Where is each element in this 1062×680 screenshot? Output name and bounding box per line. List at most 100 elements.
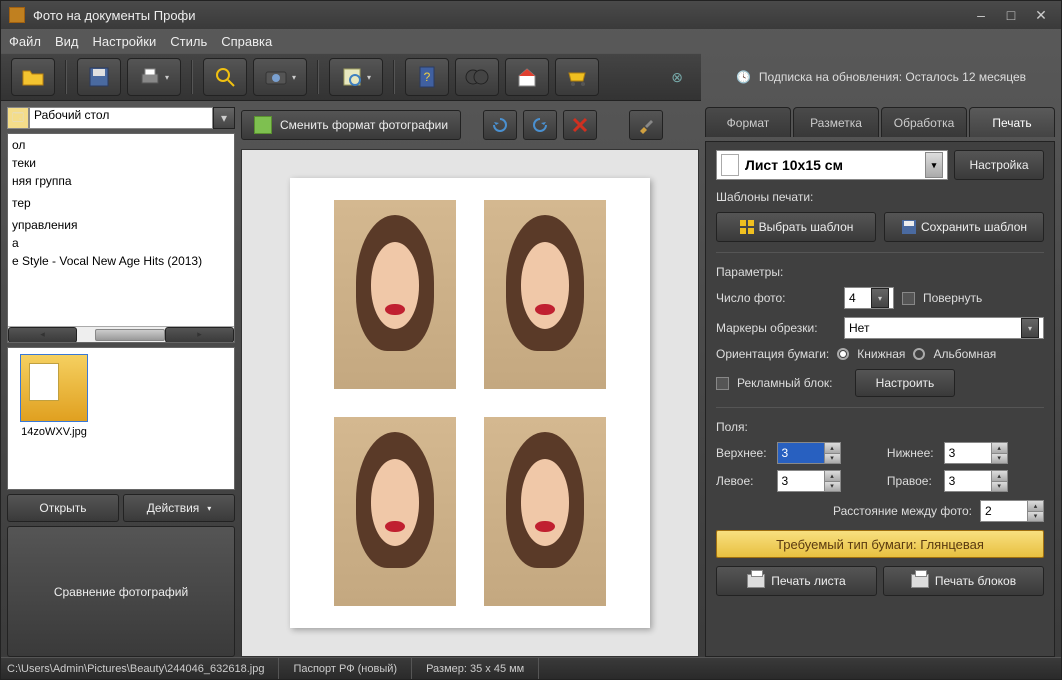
status-path: C:\Users\Admin\Pictures\Beauty\244046_63… (7, 658, 279, 679)
adblock-label: Рекламный блок: (737, 376, 847, 390)
thumbnail-image (20, 354, 88, 422)
menu-settings[interactable]: Настройки (93, 34, 157, 49)
configure-adblock-button[interactable]: Настроить (855, 369, 955, 397)
spacing-label: Расстояние между фото: (833, 504, 972, 518)
list-item[interactable]: тер (8, 194, 234, 212)
list-item[interactable]: e Style - Vocal New Age Hits (2013) (8, 252, 234, 270)
tab-format[interactable]: Формат (705, 107, 791, 137)
thumbnails: 14zoWXV.jpg (7, 347, 235, 490)
list-item[interactable]: управления (8, 216, 234, 234)
folder-dropdown[interactable]: ▾ (213, 107, 235, 129)
save-button[interactable] (77, 58, 121, 96)
list-item[interactable]: теки (8, 154, 234, 172)
app-icon (9, 7, 25, 23)
menu-style[interactable]: Стиль (170, 34, 207, 49)
spacing-input[interactable]: 2▴▾ (980, 500, 1044, 522)
statusbar: C:\Users\Admin\Pictures\Beauty\244046_63… (1, 657, 1061, 679)
templates-label: Шаблоны печати: (716, 190, 1044, 204)
center-panel: Сменить формат фотографии (241, 107, 699, 657)
list-item[interactable]: а (8, 234, 234, 252)
menu-help[interactable]: Справка (221, 34, 272, 49)
template-icon (739, 219, 755, 235)
folder-listbox[interactable]: ол теки няя группа тер управления а e St… (7, 133, 235, 343)
rotate-left-button[interactable] (483, 110, 517, 140)
open-folder-button[interactable] (11, 58, 55, 96)
print-sheet-button[interactable]: Печать листа (716, 566, 877, 596)
cart-button[interactable] (555, 58, 599, 96)
save-template-button[interactable]: Сохранить шаблон (884, 212, 1044, 242)
preview-button[interactable] (329, 58, 383, 96)
menu-view[interactable]: Вид (55, 34, 79, 49)
delete-button[interactable] (563, 110, 597, 140)
photo-2 (484, 200, 606, 389)
right-panel: Формат Разметка Обработка Печать Лист 10… (705, 107, 1055, 657)
printer-icon (911, 574, 929, 588)
printer-icon (747, 574, 765, 588)
home-button[interactable] (505, 58, 549, 96)
rotate-checkbox[interactable] (902, 292, 915, 305)
paper-settings-button[interactable]: Настройка (954, 150, 1044, 180)
print-button[interactable] (127, 58, 181, 96)
tabs: Формат Разметка Обработка Печать (705, 107, 1055, 137)
margin-bottom-input[interactable]: 3▴▾ (944, 442, 1008, 464)
orient-label: Ориентация бумаги: (716, 347, 829, 361)
page (290, 178, 650, 628)
zoom-button[interactable] (203, 58, 247, 96)
rotate-right-button[interactable] (523, 110, 557, 140)
count-label: Число фото: (716, 291, 836, 305)
count-select[interactable]: 4▾ (844, 287, 894, 309)
desktop-icon: 🗔 (7, 107, 29, 129)
scroll-left[interactable]: ◂ (8, 327, 77, 343)
center-toolbar: Сменить формат фотографии (241, 107, 699, 143)
list-item[interactable]: няя группа (8, 172, 234, 190)
crop-select[interactable]: Нет▾ (844, 317, 1044, 339)
margin-right-input[interactable]: 3▴▾ (944, 470, 1008, 492)
scroll-thumb[interactable] (95, 329, 165, 341)
paper-dropdown[interactable]: ▾ (925, 152, 943, 178)
list-item[interactable]: ол (8, 136, 234, 154)
paper-icon (721, 154, 739, 176)
print-blocks-button[interactable]: Печать блоков (883, 566, 1044, 596)
print-preview (241, 149, 699, 657)
maximize-button[interactable]: □ (999, 6, 1023, 24)
adblock-checkbox[interactable] (716, 377, 729, 390)
brush-button[interactable] (629, 110, 663, 140)
open-button[interactable]: Открыть (7, 494, 119, 522)
change-format-button[interactable]: Сменить формат фотографии (241, 110, 461, 140)
camera-button[interactable] (253, 58, 307, 96)
help-button[interactable]: ? (405, 58, 449, 96)
margin-top-input[interactable]: 3▴▾ (777, 442, 841, 464)
menubar: Файл Вид Настройки Стиль Справка (1, 29, 1061, 53)
tab-processing[interactable]: Обработка (881, 107, 967, 137)
menu-file[interactable]: Файл (9, 34, 41, 49)
actions-button[interactable]: Действия (123, 494, 235, 522)
clock-icon: 🕓 (736, 70, 751, 84)
thumbnail-item[interactable]: 14zoWXV.jpg (14, 354, 94, 438)
video-button[interactable] (455, 58, 499, 96)
folder-combo[interactable]: 🗔 Рабочий стол ▾ (7, 107, 235, 129)
tab-layout[interactable]: Разметка (793, 107, 879, 137)
main-toolbar: ? ⊗ (1, 53, 701, 101)
svg-text:?: ? (424, 70, 431, 84)
scroll-right[interactable]: ▸ (165, 327, 234, 343)
h-scrollbar[interactable]: ◂ ▸ (8, 326, 234, 342)
paper-label: Лист 10x15 см (745, 157, 843, 173)
tab-print[interactable]: Печать (969, 107, 1055, 137)
choose-template-button[interactable]: Выбрать шаблон (716, 212, 876, 242)
orient-portrait-radio[interactable] (837, 348, 849, 360)
params-label: Параметры: (716, 265, 1044, 279)
left-panel: 🗔 Рабочий стол ▾ ол теки няя группа тер … (7, 107, 235, 657)
close-button[interactable]: ✕ (1029, 6, 1053, 24)
paper-required: Требуемый тип бумаги: Глянцевая (716, 530, 1044, 558)
titlebar: Фото на документы Профи – □ ✕ (1, 1, 1061, 29)
paper-select[interactable]: Лист 10x15 см ▾ (716, 150, 948, 180)
minimize-button[interactable]: – (969, 6, 993, 24)
photo-1 (334, 200, 456, 389)
close-banner-icon[interactable]: ⊗ (671, 69, 691, 86)
save-icon (901, 219, 917, 235)
compare-button[interactable]: Сравнение фотографий (7, 526, 235, 657)
margin-left-input[interactable]: 3▴▾ (777, 470, 841, 492)
orient-landscape-radio[interactable] (913, 348, 925, 360)
subscribe-text: Подписка на обновления: Осталось 12 меся… (759, 70, 1026, 84)
change-format-label: Сменить формат фотографии (280, 118, 448, 132)
